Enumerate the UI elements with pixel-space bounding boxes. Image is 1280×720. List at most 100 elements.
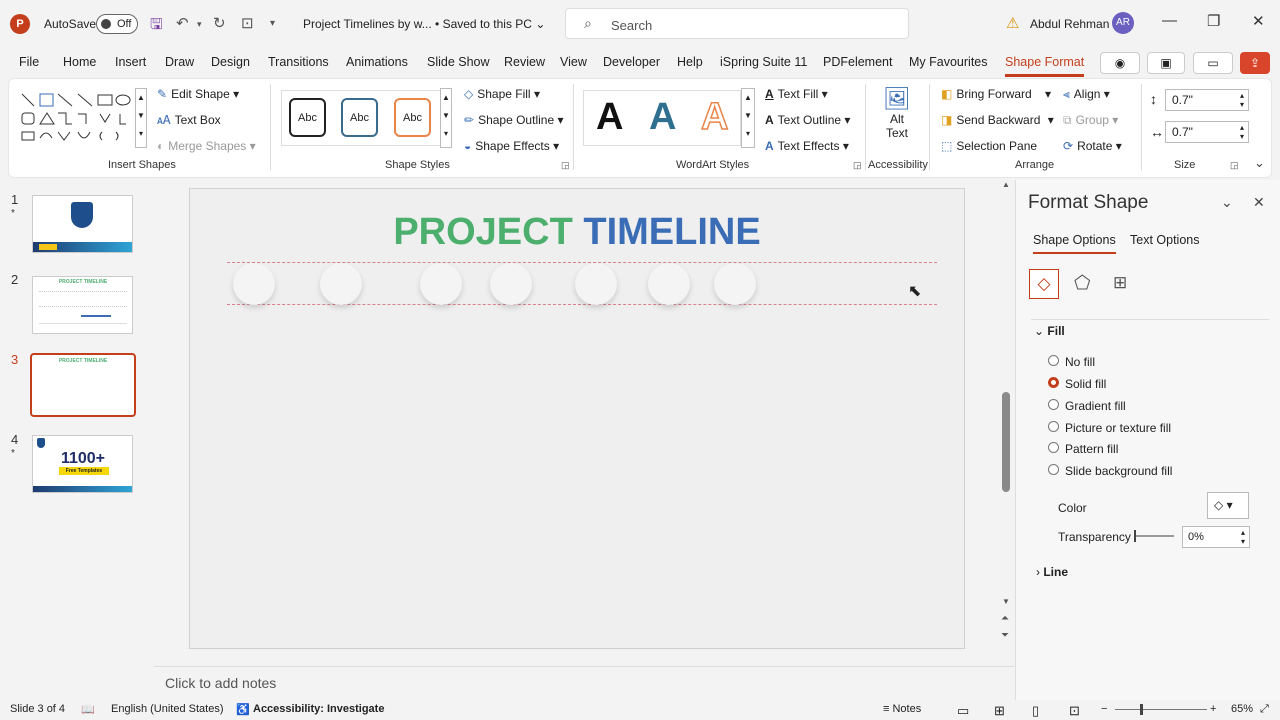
solid-fill-label[interactable]: Solid fill (1065, 377, 1106, 391)
slide-sorter-icon[interactable]: ⊞ (994, 703, 1005, 719)
language-indicator[interactable]: English (United States) (111, 703, 224, 715)
close-pane-icon[interactable]: ✕ (1253, 194, 1265, 211)
pane-options-icon[interactable]: ⌄ (1221, 194, 1233, 211)
normal-view-icon[interactable]: ▭ (957, 703, 969, 719)
slide-thumbnail-2[interactable]: PROJECT TIMELINE (32, 276, 133, 334)
comments-button[interactable]: ▭ (1193, 52, 1233, 74)
document-title[interactable]: Project Timelines by w... • Saved to thi… (303, 17, 545, 31)
tab-transitions[interactable]: Transitions (268, 55, 329, 69)
transparency-slider[interactable] (1134, 530, 1174, 542)
bring-forward-button[interactable]: ◧ Bring Forward ▾ (941, 87, 1051, 101)
dialog-launcher-icon[interactable]: ◲ (561, 160, 570, 171)
customize-toolbar-icon[interactable]: ▾ (270, 18, 275, 29)
undo-icon[interactable]: ↶ (176, 14, 189, 32)
text-box-button[interactable]: 🗚 Text Box (157, 113, 221, 128)
selection-pane-button[interactable]: ⬚ Selection Pane (941, 139, 1037, 153)
dialog-launcher-icon[interactable]: ◲ (853, 160, 862, 171)
zoom-level[interactable]: 65% (1231, 703, 1253, 715)
tab-view[interactable]: View (560, 55, 587, 69)
vertical-scrollbar[interactable]: ▲ ▼ ⏶ ⏷ (1001, 180, 1013, 650)
zoom-slider[interactable] (1115, 709, 1207, 710)
search-box[interactable]: ⌕ Search (565, 8, 909, 39)
no-fill-label[interactable]: No fill (1065, 355, 1095, 369)
gradient-fill-label[interactable]: Gradient fill (1065, 399, 1126, 413)
accessibility-icon[interactable]: ♿ (236, 703, 250, 716)
pattern-fill-label[interactable]: Pattern fill (1065, 442, 1118, 456)
timeline-circle[interactable] (420, 263, 462, 305)
collapse-ribbon-icon[interactable]: ⌄ (1254, 155, 1265, 171)
radio-pattern-fill[interactable] (1048, 442, 1059, 453)
spelling-icon[interactable]: 📖 (81, 703, 95, 716)
close-icon[interactable]: ✕ (1252, 12, 1265, 30)
previous-slide-icon[interactable]: ⏶ (1001, 613, 1009, 624)
fill-color-picker[interactable]: ◇ ▾ (1207, 492, 1249, 519)
tab-file[interactable]: File (19, 55, 39, 69)
present-icon[interactable]: ⊡ (241, 14, 254, 32)
wordart-scroll[interactable]: ▲ ▼ ▾ (741, 88, 755, 148)
avatar[interactable]: AR (1112, 12, 1134, 34)
timeline-circle[interactable] (714, 263, 756, 305)
zoom-slider-handle[interactable] (1140, 704, 1143, 715)
next-slide-icon[interactable]: ⏷ (1001, 630, 1009, 641)
share-button[interactable]: ⇪ (1240, 52, 1270, 74)
autosave-toggle[interactable]: Off (96, 14, 138, 34)
radio-slide-background-fill[interactable] (1048, 464, 1059, 475)
warning-icon[interactable]: ⚠ (1006, 14, 1019, 32)
minimize-icon[interactable]: — (1162, 12, 1177, 29)
timeline-circle[interactable] (233, 263, 275, 305)
teams-button[interactable]: ▣ (1147, 52, 1185, 74)
radio-no-fill[interactable] (1048, 355, 1059, 366)
fill-section-header[interactable]: ⌄ Fill (1034, 324, 1065, 338)
shape-width-input[interactable]: 0.7" ▴ ▾ (1165, 121, 1249, 143)
tab-shape-format[interactable]: Shape Format (1005, 55, 1085, 77)
slider-handle[interactable] (1134, 530, 1136, 542)
slide-canvas[interactable]: PROJECT TIMELINE (189, 188, 965, 649)
tab-insert[interactable]: Insert (115, 55, 146, 69)
redo-icon[interactable]: ↻ (213, 14, 226, 32)
timeline-circle[interactable] (490, 263, 532, 305)
tab-ispring[interactable]: iSpring Suite 11 (720, 55, 807, 69)
tab-animations[interactable]: Animations (346, 55, 408, 69)
alt-text-button[interactable]: 🖼 Alt Text (877, 86, 917, 140)
edit-shape-button[interactable]: ✎ Edit Shape ▾ (157, 87, 239, 101)
tab-text-options[interactable]: Text Options (1130, 233, 1199, 247)
zoom-out-icon[interactable]: − (1101, 703, 1107, 715)
radio-gradient-fill[interactable] (1048, 399, 1059, 410)
scroll-down-icon[interactable]: ▼ (1002, 597, 1010, 606)
shape-style-orange[interactable]: Abc (394, 98, 431, 137)
notes-pane[interactable]: Click to add notes (154, 666, 1014, 698)
shape-effects-button[interactable]: ◒ Shape Effects ▾ (464, 139, 559, 153)
shape-fill-button[interactable]: ◇ Shape Fill ▾ (464, 87, 540, 101)
slide-title[interactable]: PROJECT TIMELINE (190, 211, 964, 254)
transparency-input[interactable]: 0% ▴ ▾ (1182, 526, 1250, 548)
tab-draw[interactable]: Draw (165, 55, 194, 69)
shapes-gallery-scroll[interactable]: ▲ ▼ ▾ (135, 88, 147, 148)
scroll-up-icon[interactable]: ▲ (1002, 180, 1010, 189)
effects-pentagon-icon[interactable]: ⬠ (1074, 272, 1091, 295)
tab-developer[interactable]: Developer (603, 55, 660, 69)
timeline-circle[interactable] (320, 263, 362, 305)
wordart-black[interactable]: A (596, 96, 623, 139)
text-fill-button[interactable]: A Text Fill ▾ (765, 87, 828, 101)
wordart-orange-outline[interactable]: A (700, 95, 729, 139)
timeline-circle[interactable] (575, 263, 617, 305)
text-outline-button[interactable]: A Text Outline ▾ (765, 113, 850, 127)
tab-shape-options[interactable]: Shape Options (1033, 233, 1116, 254)
wordart-blue[interactable]: A (649, 96, 676, 139)
undo-dropdown-icon[interactable]: ▾ (197, 19, 202, 30)
reading-view-icon[interactable]: ▯ (1032, 703, 1039, 719)
radio-picture-fill[interactable] (1048, 421, 1059, 432)
zoom-in-icon[interactable]: + (1210, 703, 1216, 715)
shape-style-blue[interactable]: Abc (341, 98, 378, 137)
size-properties-icon[interactable]: ⊞ (1113, 273, 1127, 293)
picture-fill-label[interactable]: Picture or texture fill (1065, 421, 1171, 435)
align-button[interactable]: ⫷ Align ▾ (1063, 87, 1110, 102)
scrollbar-thumb[interactable] (1002, 392, 1010, 492)
timeline-circle[interactable] (648, 263, 690, 305)
tab-help[interactable]: Help (677, 55, 703, 69)
tab-my-favourites[interactable]: My Favourites (909, 55, 988, 69)
rotate-button[interactable]: ⟳ Rotate ▾ (1063, 139, 1122, 153)
slide-thumbnail-3[interactable]: PROJECT TIMELINE (30, 353, 136, 417)
restore-icon[interactable]: ❐ (1207, 12, 1220, 30)
tab-pdfelement[interactable]: PDFelement (823, 55, 892, 69)
